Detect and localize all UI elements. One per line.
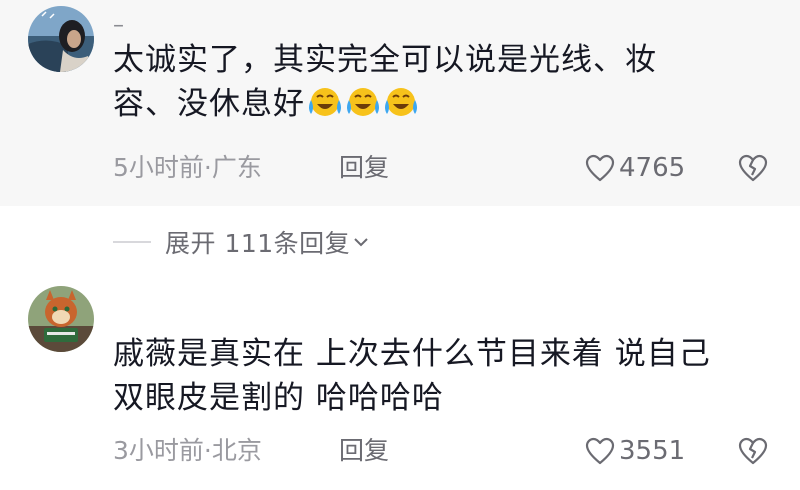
divider: [113, 241, 151, 243]
avatar[interactable]: [28, 6, 94, 72]
comment-text: 太诚实了，其实完全可以说是光线、妆 容、没休息好: [113, 38, 753, 130]
comment-text-line: 太诚实了，其实完全可以说是光线、妆: [113, 42, 657, 78]
like-button[interactable]: 3551: [585, 436, 685, 466]
comment-item-2: 戚薇是真实在 上次去什么节目来着 说自己 双眼皮是割的 哈哈哈哈 3小时前·北京…: [0, 280, 800, 490]
reply-button[interactable]: 回复: [339, 436, 389, 466]
comment-text-line: 双眼皮是割的 哈哈哈哈: [113, 380, 444, 416]
reply-button[interactable]: 回复: [339, 153, 389, 183]
crying-laughing-emoji-icon: [307, 86, 343, 130]
time-location: 5小时前·广东: [113, 153, 262, 182]
crying-laughing-emoji-icon: [345, 86, 381, 130]
expand-replies-label: 展开 111条回复: [165, 229, 351, 258]
avatar[interactable]: [28, 286, 94, 352]
comment-text-line-2: 容、没休息好: [113, 82, 753, 130]
broken-heart-icon: [738, 154, 768, 182]
comment-text-line: 容、没休息好: [113, 86, 305, 122]
time-location: 3小时前·北京: [113, 436, 262, 465]
like-count: 4765: [619, 153, 686, 183]
dislike-button[interactable]: [738, 436, 768, 466]
heart-icon: [585, 437, 615, 465]
comment-item-1: – 太诚实了，其实完全可以说是光线、妆 容、没休息好 5小时前·广东 回复 47…: [0, 0, 800, 206]
comment-meta: 3小时前·北京 回复: [113, 436, 389, 466]
username[interactable]: –: [113, 14, 124, 38]
like-button[interactable]: 4765: [585, 153, 685, 183]
heart-icon: [585, 154, 615, 182]
expand-replies[interactable]: 展开 111条回复: [113, 222, 370, 262]
dislike-button[interactable]: [738, 153, 768, 183]
comment-meta: 5小时前·广东 回复: [113, 153, 389, 183]
chevron-down-icon: [354, 238, 368, 247]
comment-text-line: 戚薇是真实在 上次去什么节目来着 说自己: [113, 336, 711, 372]
crying-laughing-emoji-icon: [383, 86, 419, 130]
like-count: 3551: [619, 436, 686, 466]
broken-heart-icon: [738, 437, 768, 465]
comment-text: 戚薇是真实在 上次去什么节目来着 说自己 双眼皮是割的 哈哈哈哈: [113, 332, 753, 420]
